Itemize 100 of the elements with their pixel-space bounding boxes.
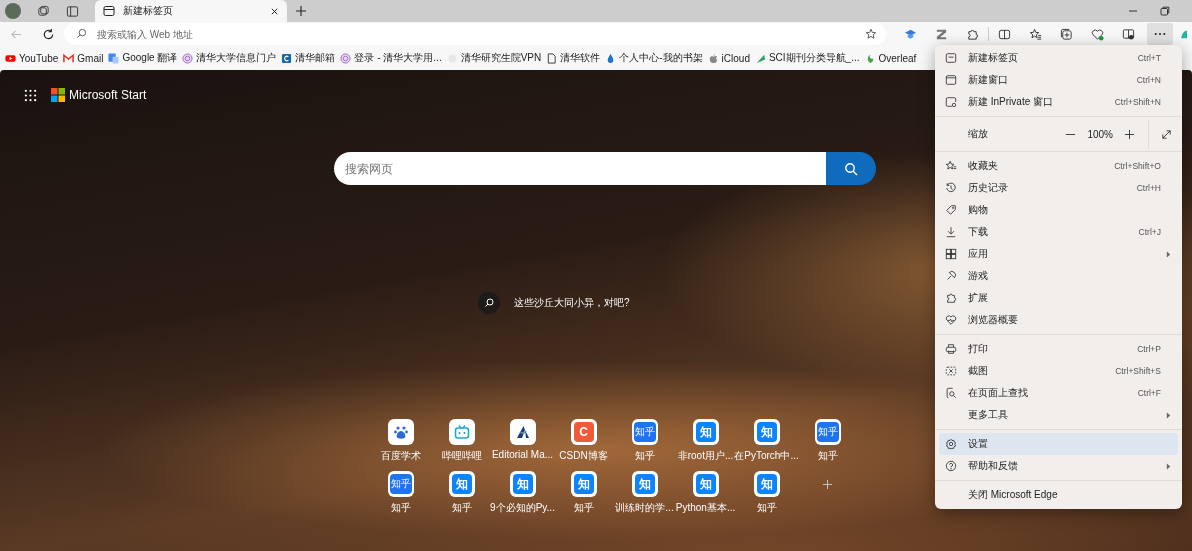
site-icon[interactable]: 知 — [692, 419, 719, 445]
bookmark-item[interactable]: iCloud — [707, 52, 750, 64]
menu-item[interactable]: 帮助和反馈 — [939, 455, 1178, 477]
bookmark-item[interactable]: 清华邮箱 — [281, 51, 336, 65]
window-icon — [945, 74, 957, 86]
shortcut-label: Ctrl+Shift+S — [1115, 366, 1161, 376]
menu-item[interactable]: 在页面上查找 Ctrl+F — [939, 382, 1178, 404]
new-tab-icon — [945, 52, 957, 64]
site-icon[interactable]: 知 — [753, 419, 780, 445]
workspaces-icon[interactable] — [37, 4, 50, 18]
quick-link-label[interactable]: 知乎 — [817, 449, 838, 463]
quick-link-label[interactable]: 训练时的学... — [615, 501, 674, 515]
web-search-field[interactable]: 搜索网页 — [333, 152, 826, 185]
extension-icon[interactable] — [935, 27, 948, 41]
menu-item[interactable]: 历史记录 Ctrl+H — [939, 177, 1178, 199]
bookmark-item[interactable]: Google 翻译 — [108, 51, 178, 65]
site-icon[interactable]: 知乎 — [387, 471, 414, 497]
shortcut-label: Ctrl+F — [1137, 388, 1161, 398]
add-icon[interactable] — [295, 5, 307, 17]
tab-actions-icon[interactable] — [66, 4, 79, 18]
search-icon[interactable] — [478, 292, 500, 314]
zoom-level: 100% — [1087, 128, 1113, 140]
site-icon[interactable]: 知 — [570, 471, 597, 497]
menu-item[interactable]: 新建窗口 Ctrl+N — [939, 69, 1178, 91]
site-icon[interactable] — [448, 419, 475, 445]
menu-item[interactable]: 设置 — [939, 433, 1178, 455]
close-icon[interactable] — [270, 6, 279, 16]
quick-link-label[interactable]: Editorial Ma... — [491, 449, 554, 460]
split-screen-icon[interactable] — [998, 27, 1011, 41]
menu-item[interactable]: 新建标签页 Ctrl+T — [939, 47, 1178, 69]
site-icon[interactable]: 知 — [631, 471, 658, 497]
site-icon[interactable]: 知 — [692, 471, 719, 497]
extension-icon[interactable] — [904, 27, 917, 41]
zoom-in-icon[interactable] — [1124, 128, 1135, 140]
quick-link-label[interactable]: 知乎 — [573, 501, 594, 515]
menu-item[interactable]: 打印 Ctrl+P — [939, 338, 1178, 360]
menu-item[interactable]: 浏览器概要 — [939, 309, 1178, 331]
site-icon[interactable] — [387, 419, 414, 445]
site-icon[interactable]: 知 — [509, 471, 536, 497]
bookmark-item[interactable]: Overleaf — [864, 52, 917, 64]
reading-view-icon[interactable] — [1122, 27, 1135, 41]
site-icon[interactable]: 知 — [753, 471, 780, 497]
quick-link-label[interactable]: 知乎 — [756, 501, 777, 515]
menu-item[interactable]: 游戏 — [939, 265, 1178, 287]
bookmark-item[interactable]: Gmail — [63, 52, 104, 64]
bookmark-item[interactable]: 清华大学信息门户 — [182, 51, 277, 65]
search-icon — [76, 28, 87, 39]
quick-link-label[interactable]: 知乎 — [390, 501, 411, 515]
bookmark-item[interactable]: 登录 - 清华大学用... — [340, 51, 442, 65]
restore-icon[interactable] — [1160, 6, 1170, 16]
private-window-icon — [945, 96, 957, 108]
quick-link-label[interactable]: 知乎 — [634, 449, 655, 463]
image-caption[interactable]: 这些沙丘大同小异，对吧? — [514, 296, 630, 310]
site-icon[interactable]: 知乎 — [631, 419, 658, 445]
quick-link-label[interactable]: 知乎 — [451, 501, 472, 515]
site-icon[interactable]: 知乎 — [814, 419, 841, 445]
extension-icon — [945, 292, 957, 304]
quick-link-label[interactable]: 百度学术 — [380, 449, 421, 463]
menu-item[interactable]: 截图 Ctrl+Shift+S — [939, 360, 1178, 382]
refresh-icon[interactable] — [42, 27, 55, 41]
bookmark-item[interactable]: YouTube — [5, 52, 59, 64]
menu-item[interactable]: 下载 Ctrl+J — [939, 221, 1178, 243]
heart-icon[interactable] — [1091, 27, 1104, 41]
shortcut-label: Ctrl+Shift+N — [1114, 97, 1161, 107]
menu-item[interactable]: 更多工具 — [939, 404, 1178, 426]
menu-item[interactable]: 收藏夹 Ctrl+Shift+O — [939, 155, 1178, 177]
quick-link-label[interactable]: 在PyTorch中... — [734, 449, 799, 463]
search-icon — [843, 161, 858, 176]
profile-avatar[interactable] — [5, 3, 21, 19]
quick-link-label[interactable]: 9个必知的Py... — [490, 501, 555, 515]
new-tab-icon — [103, 5, 115, 17]
quick-link-label[interactable]: 哔哩哔哩 — [441, 449, 482, 463]
menu-item[interactable]: 购物 — [939, 199, 1178, 221]
favorites-icon — [945, 160, 957, 172]
menu-item[interactable]: 应用 — [939, 243, 1178, 265]
quick-link-label[interactable]: CSDN博客 — [559, 449, 608, 463]
address-field[interactable]: 搜索或输入 Web 地址 — [64, 23, 886, 45]
menu-item[interactable]: 关闭 Microsoft Edge — [939, 484, 1178, 506]
bookmark-item[interactable]: 个人中心-我的书架 — [605, 51, 703, 65]
tag-icon — [945, 204, 957, 216]
site-icon[interactable] — [509, 419, 536, 445]
full-screen-icon[interactable] — [1161, 128, 1172, 140]
menu-item[interactable]: 新建 InPrivate 窗口 Ctrl+Shift+N — [939, 91, 1178, 113]
search-button[interactable] — [825, 152, 876, 185]
bookmark-item[interactable]: SCI期刊分类导航_... — [754, 51, 860, 65]
quick-link-label[interactable]: Python基本... — [675, 501, 736, 515]
favorites-icon[interactable] — [1029, 27, 1042, 41]
apps-grid-icon[interactable] — [24, 88, 37, 102]
collections-icon[interactable] — [1060, 27, 1073, 41]
quick-link-label[interactable]: 非root用户... — [677, 449, 734, 463]
star-icon[interactable] — [865, 28, 877, 40]
emblem-icon — [182, 52, 194, 64]
site-icon[interactable]: 知 — [448, 471, 475, 497]
shortcut-label: Ctrl+J — [1138, 227, 1161, 237]
browser-tab[interactable]: 新建标签页 — [95, 0, 287, 22]
bookmark-item[interactable]: 清华研究生院VPN — [446, 51, 542, 65]
extensions-icon[interactable] — [966, 27, 979, 41]
shortcut-label: Ctrl+N — [1136, 75, 1161, 85]
menu-item[interactable]: 扩展 — [939, 287, 1178, 309]
bookmark-item[interactable]: 清华软件 — [546, 51, 601, 65]
